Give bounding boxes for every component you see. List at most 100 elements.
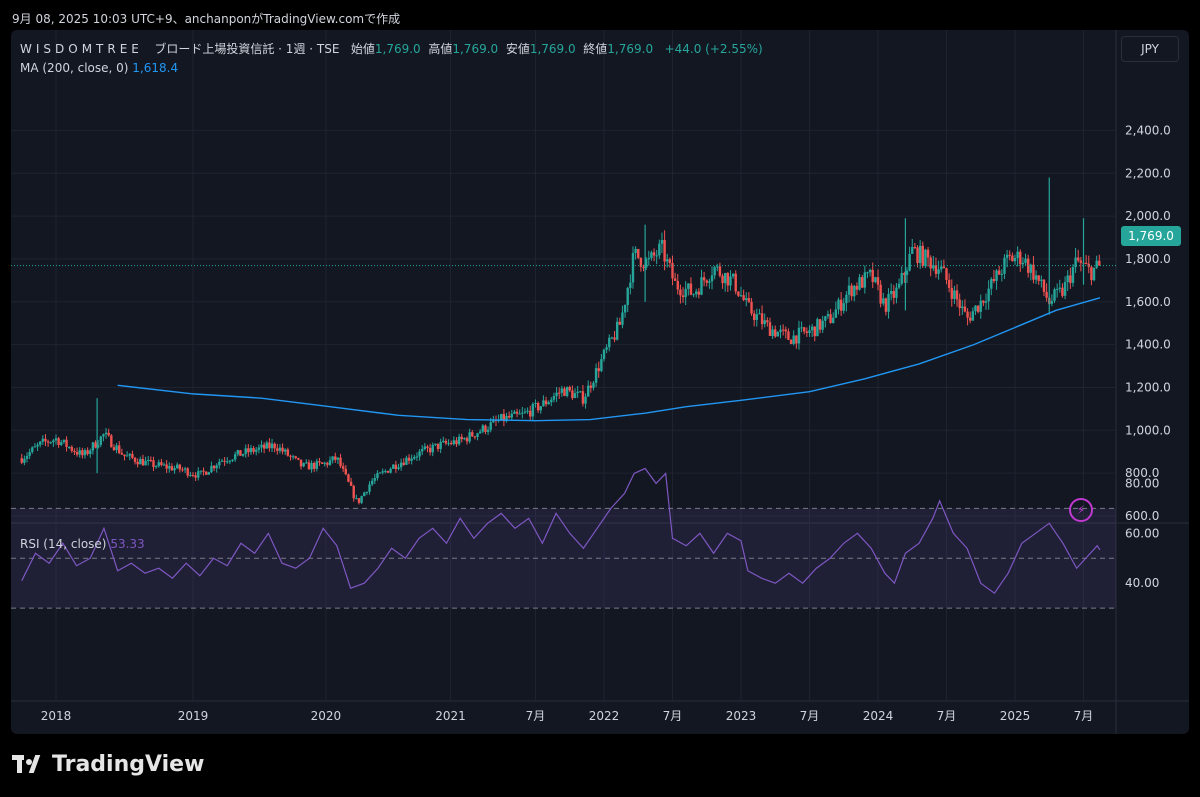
currency-button[interactable]: JPY xyxy=(1121,36,1179,62)
candle-body xyxy=(747,298,751,302)
candle-body xyxy=(173,468,176,471)
candle-body xyxy=(310,462,313,470)
candle-body xyxy=(1071,267,1075,283)
candle-body xyxy=(291,456,295,458)
candle-body xyxy=(742,295,745,301)
candle-body xyxy=(484,425,487,432)
candle-body xyxy=(982,300,985,303)
candle-body xyxy=(297,457,300,460)
rsi-legend[interactable]: RSI (14, close) 53.33 xyxy=(20,537,145,551)
candle-body xyxy=(1084,262,1088,264)
candle-body xyxy=(1079,260,1083,263)
time-tick-label: 7月 xyxy=(1074,709,1094,723)
candle-body xyxy=(718,266,722,276)
candle-body xyxy=(1058,287,1061,289)
candle-body xyxy=(684,288,687,298)
candle-body xyxy=(378,472,382,474)
candle-body xyxy=(700,277,703,295)
candle-body xyxy=(157,462,160,467)
candle-body xyxy=(465,438,469,442)
candle-body xyxy=(44,438,47,442)
candle-body xyxy=(929,257,932,269)
candle-body xyxy=(199,470,203,472)
candle-body xyxy=(186,468,189,476)
candle-body xyxy=(78,450,81,455)
time-tick-label: 7月 xyxy=(663,709,683,723)
candle-body xyxy=(868,269,872,273)
candle-body xyxy=(829,314,832,323)
candle-body xyxy=(73,450,76,453)
candle-body xyxy=(750,301,753,314)
candle-body xyxy=(855,285,859,290)
candle-body xyxy=(344,468,348,475)
candle-body xyxy=(1040,279,1043,281)
candle-body xyxy=(307,462,311,470)
candle-body xyxy=(560,388,564,393)
candle-body xyxy=(54,438,58,441)
candle-body xyxy=(937,269,940,274)
candle-body xyxy=(987,288,990,302)
candle-body xyxy=(544,400,548,405)
candle-body xyxy=(1066,275,1069,283)
candle-body xyxy=(1095,260,1098,268)
candle-body xyxy=(102,434,105,437)
candle-body xyxy=(1090,266,1093,281)
candle-body xyxy=(281,447,284,452)
ma-value: 1,618.4 xyxy=(132,61,179,75)
candle-body xyxy=(771,329,774,336)
candle-body xyxy=(381,471,384,473)
candle-body xyxy=(170,466,174,471)
candle-body xyxy=(916,247,919,264)
candle-body xyxy=(75,452,79,455)
tradingview-logo[interactable]: TradingView xyxy=(12,752,204,777)
candle-body xyxy=(942,266,946,269)
chart-panel[interactable]: 600.0 800.0 1,000.0 1,200.0 1,400.0 1,600.0 1,… xyxy=(11,30,1189,734)
candle-body xyxy=(1061,287,1064,296)
ma-legend[interactable]: MA (200, close, 0) 1,618.4 xyxy=(20,61,178,75)
candle-body xyxy=(255,449,258,452)
candle-body xyxy=(573,393,577,399)
candle-body xyxy=(905,270,909,275)
candle-body xyxy=(897,283,901,288)
candle-body xyxy=(702,277,706,281)
candle-body xyxy=(449,443,453,445)
candle-body xyxy=(162,464,166,466)
candle-body xyxy=(663,240,666,262)
candle-body xyxy=(839,299,843,311)
candle-body xyxy=(473,436,477,438)
candle-body xyxy=(336,457,340,460)
candle-body xyxy=(723,273,727,284)
candle-body xyxy=(276,448,279,451)
candle-body xyxy=(842,303,845,311)
candle-body xyxy=(908,253,911,271)
candle-body xyxy=(299,459,303,467)
candle-body xyxy=(476,433,479,437)
candle-body xyxy=(534,402,537,404)
candle-body xyxy=(36,444,39,447)
candle-body xyxy=(273,443,276,449)
candle-body xyxy=(1008,254,1011,256)
candle-body xyxy=(887,293,890,312)
time-tick-label: 7月 xyxy=(526,709,546,723)
candle-body xyxy=(995,270,998,281)
brand-name: TradingView xyxy=(52,752,205,777)
candle-body xyxy=(976,305,980,312)
candle-body xyxy=(913,246,917,248)
price-chart[interactable]: 600.0800.01,000.01,200.01,400.01,600.01,… xyxy=(11,30,1189,734)
candle-body xyxy=(373,478,376,481)
candle-body xyxy=(726,273,730,286)
candle-body xyxy=(202,470,205,472)
rsi-tick-label: 60.00 xyxy=(1125,526,1159,540)
candle-body xyxy=(950,287,953,299)
candle-body xyxy=(816,319,819,337)
candle-body xyxy=(739,295,743,297)
candle-body xyxy=(697,291,701,295)
legend-name: ブロード上場投資信託 · 1週 · TSE xyxy=(154,42,340,56)
candle-body xyxy=(471,432,474,437)
candle-body xyxy=(552,396,556,400)
candle-body xyxy=(695,291,698,295)
candle-body xyxy=(592,382,595,388)
candle-body xyxy=(278,447,282,451)
candle-body xyxy=(608,337,611,348)
lightning-icon[interactable]: ⚡ xyxy=(1069,498,1093,522)
